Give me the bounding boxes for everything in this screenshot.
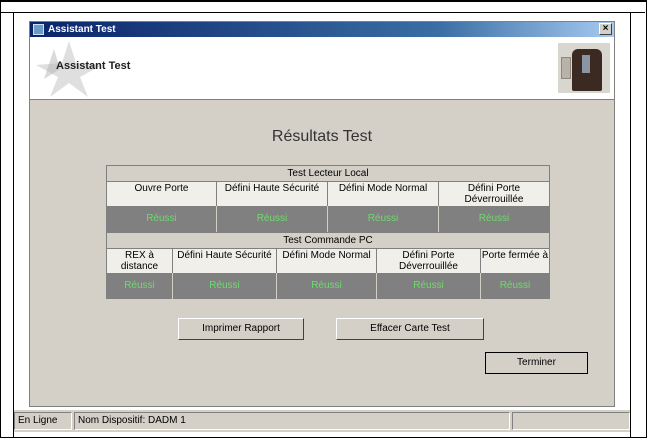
- result-remote-rex: Réussi: [107, 273, 173, 299]
- status-bar: En Ligne Nom Dispositif: DADM 1: [14, 410, 630, 432]
- frame-right-rule: [630, 12, 631, 437]
- reader-device: [561, 57, 571, 79]
- title-bar[interactable]: Assistant Test ×: [30, 22, 614, 37]
- result-pc-high-security: Réussi: [173, 273, 277, 299]
- pc-command-header: Test Commande PC: [107, 233, 549, 249]
- col-door-locked: Porte fermée à: [481, 249, 549, 273]
- result-pc-normal-mode: Réussi: [277, 273, 377, 299]
- frame-divider: [0, 12, 645, 13]
- window-title: Assistant Test: [48, 24, 116, 35]
- app-icon: [33, 24, 44, 35]
- col-high-security: Défini Haute Sécurité: [217, 182, 328, 206]
- result-door-locked: Réussi: [481, 273, 549, 299]
- col-normal-mode: Défini Mode Normal: [328, 182, 439, 206]
- frame-left-rule: [13, 12, 14, 437]
- local-reader-grid: Test Lecteur Local Ouvre Porte Défini Ha…: [106, 165, 550, 232]
- finish-button[interactable]: Terminer: [485, 352, 588, 374]
- pc-command-grid: Test Commande PC REX à distance Défini H…: [106, 232, 550, 299]
- col-unlocked-door: Défini Porte Déverrouillée: [439, 182, 549, 206]
- card-reader-image: [558, 43, 610, 93]
- result-unlocked-door: Réussi: [439, 206, 549, 232]
- col-pc-unlocked-door: Défini Porte Déverrouillée: [377, 249, 481, 273]
- local-reader-header: Test Lecteur Local: [107, 166, 549, 182]
- connection-status: En Ligne: [14, 412, 72, 430]
- result-open-door: Réussi: [107, 206, 217, 232]
- col-open-door: Ouvre Porte: [107, 182, 217, 206]
- result-normal-mode: Réussi: [328, 206, 439, 232]
- assistant-window: Assistant Test × Assistant Test Résultat…: [29, 21, 615, 407]
- col-pc-high-security: Défini Haute Sécurité: [173, 249, 277, 273]
- clear-test-card-button[interactable]: Effacer Carte Test: [336, 318, 484, 340]
- col-pc-normal-mode: Défini Mode Normal: [277, 249, 377, 273]
- result-high-security: Réussi: [217, 206, 328, 232]
- result-pc-unlocked-door: Réussi: [377, 273, 481, 299]
- results-title: Résultats Test: [271, 128, 373, 145]
- close-button[interactable]: ×: [599, 23, 612, 35]
- device-name-status: Nom Dispositif: DADM 1: [74, 412, 510, 430]
- wizard-banner: Assistant Test: [30, 37, 614, 100]
- col-remote-rex: REX à distance: [107, 249, 173, 273]
- banner-title: Assistant Test: [56, 60, 131, 72]
- print-report-button[interactable]: Imprimer Rapport: [178, 318, 304, 340]
- access-card: [582, 55, 590, 73]
- status-extra: [512, 412, 630, 430]
